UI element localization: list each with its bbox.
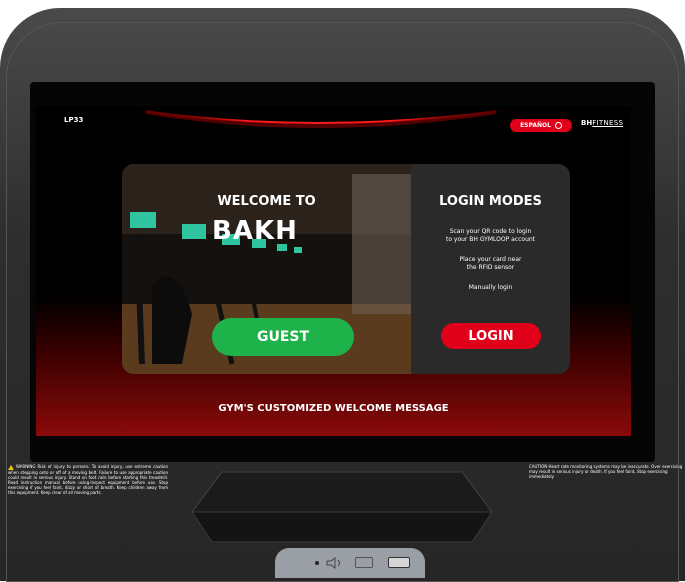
welcome-title: WELCOME TO [217, 194, 316, 209]
brand-fitness: FITNESS [592, 119, 624, 127]
language-label: ESPAÑOL [520, 122, 551, 129]
guest-button[interactable]: GUEST [212, 318, 354, 356]
login-modes-title: LOGIN MODES [439, 194, 542, 209]
globe-icon [554, 122, 562, 129]
language-button[interactable]: ESPAÑOL [510, 119, 572, 132]
welcome-card: WELCOME TO BAKH GUEST [122, 164, 411, 374]
brand-logo: BHFITNESS [581, 119, 623, 127]
indicator-dot-icon [315, 561, 319, 565]
warning-label: WARNING Risk of injury to persons. To av… [8, 464, 168, 496]
qr-instruction-line1: Scan your QR code to login [449, 228, 532, 235]
model-label: LP33 [64, 116, 84, 124]
caution-label: CAUTION Heart rate monitoring systems ma… [529, 464, 683, 480]
manual-login-text: Manually login [468, 284, 513, 291]
login-modes-panel: LOGIN MODES Scan your QR code to login t… [411, 164, 570, 374]
port-panel [275, 548, 425, 578]
display-screen: LP33 ESPAÑOL BHFITNESS WELCOME TO BAKH G… [36, 106, 631, 436]
caution-text: CAUTION Heart rate monitoring systems ma… [529, 464, 683, 480]
rfid-instruction-line2: the RFID sensor [466, 264, 515, 271]
brand-bh: BH [581, 119, 593, 127]
login-button[interactable]: LOGIN [441, 323, 541, 349]
qr-instruction-line2: to your BH GYMLOOP account [445, 236, 536, 243]
console-tray [191, 471, 493, 543]
gym-name: BAKH [212, 216, 298, 246]
battery-icon [355, 557, 373, 568]
warning-text: WARNING Risk of injury to persons. To av… [8, 464, 168, 496]
sound-icon [326, 557, 340, 569]
gym-welcome-message: GYM'S CUSTOMIZED WELCOME MESSAGE [218, 403, 449, 414]
usb-port-icon[interactable] [388, 557, 410, 568]
rfid-instruction-line1: Place your card near [459, 256, 522, 263]
red-swoosh-graphic [135, 109, 507, 128]
